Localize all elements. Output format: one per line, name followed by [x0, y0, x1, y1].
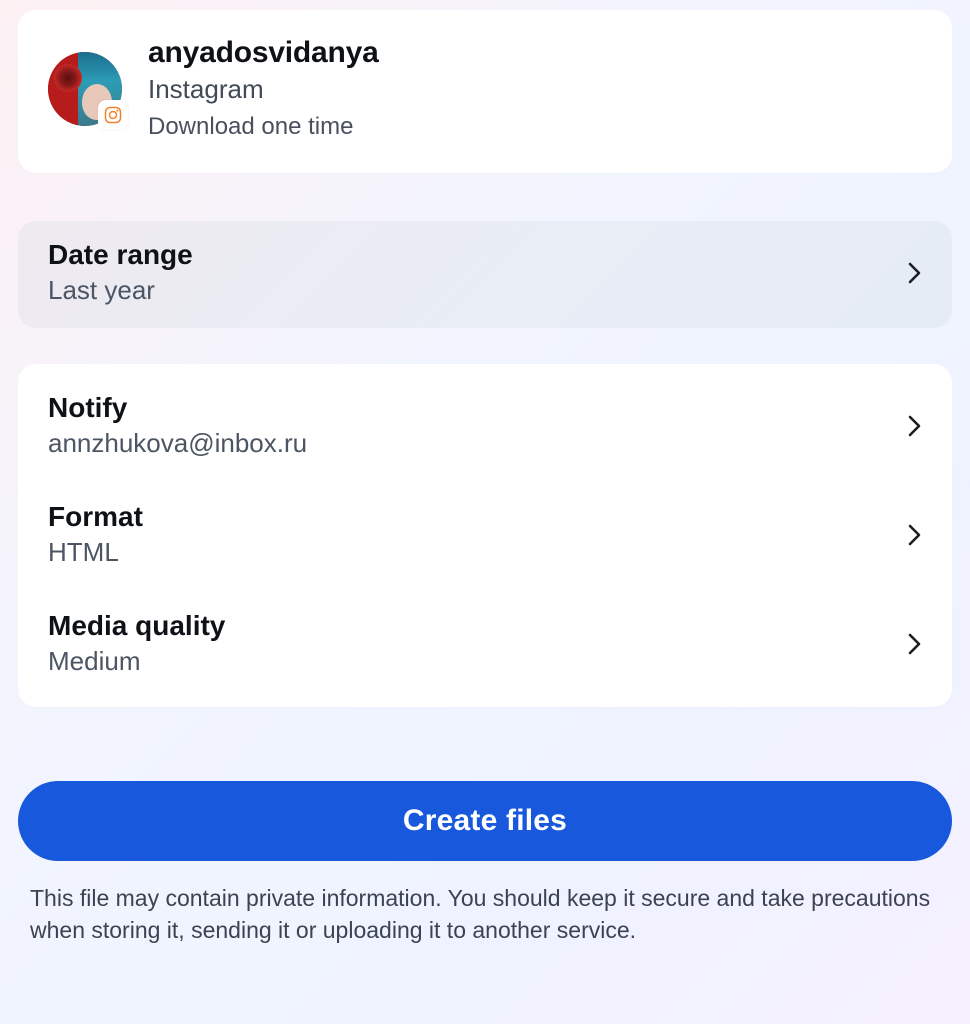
chevron-right-icon: [908, 414, 922, 438]
format-row[interactable]: Format HTML: [18, 481, 952, 590]
profile-card: anyadosvidanya Instagram Download one ti…: [18, 10, 952, 173]
profile-username: anyadosvidanya: [148, 36, 379, 70]
chevron-right-icon: [908, 261, 922, 285]
settings-card: Notify annzhukova@inbox.ru Format HTML M…: [18, 364, 952, 707]
chevron-right-icon: [908, 523, 922, 547]
avatar: [48, 52, 122, 126]
date-range-row[interactable]: Date range Last year: [18, 221, 952, 328]
media-quality-row[interactable]: Media quality Medium: [18, 590, 952, 699]
format-value: HTML: [48, 537, 143, 568]
disclaimer-text: This file may contain private informatio…: [30, 883, 940, 946]
notify-value: annzhukova@inbox.ru: [48, 428, 307, 459]
notify-title: Notify: [48, 392, 307, 424]
media-quality-title: Media quality: [48, 610, 225, 642]
date-range-title: Date range: [48, 239, 193, 271]
profile-platform: Instagram: [148, 74, 379, 105]
profile-download-note: Download one time: [148, 113, 379, 141]
instagram-icon: [98, 100, 128, 130]
date-range-value: Last year: [48, 275, 193, 306]
create-files-button[interactable]: Create files: [18, 781, 952, 861]
notify-row[interactable]: Notify annzhukova@inbox.ru: [18, 372, 952, 481]
format-title: Format: [48, 501, 143, 533]
media-quality-value: Medium: [48, 646, 225, 677]
chevron-right-icon: [908, 632, 922, 656]
